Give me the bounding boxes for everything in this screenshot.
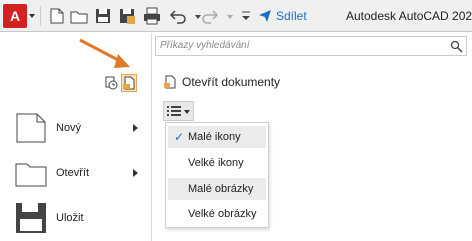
customize-toolbar-icon[interactable] (236, 6, 250, 26)
search-placeholder: Příkazy vyhledávání (160, 40, 250, 51)
chevron-right-icon (133, 124, 138, 132)
open-command-label: Otevřít (56, 167, 90, 179)
recent-documents-icon[interactable] (103, 74, 119, 92)
view-options-dropdown[interactable] (163, 101, 194, 121)
save-command[interactable]: Uložit (14, 200, 144, 236)
menu-item-label: Velké obrázky (188, 208, 257, 220)
save-command-label: Uložit (56, 212, 84, 224)
panel-header: Otevřít dokumenty (163, 75, 280, 89)
menu-item-label: Velké ikony (188, 157, 244, 169)
share-label: Sdílet (276, 9, 307, 23)
quick-access-toolbar: A Sdílet Autodesk AutoCAD 202 (0, 0, 472, 32)
menu-item-large-images[interactable]: Velké obrázky (168, 203, 266, 225)
panel-title: Otevřít dokumenty (182, 75, 281, 89)
save-icon[interactable] (93, 6, 113, 26)
search-input[interactable]: Příkazy vyhledávání (155, 36, 467, 56)
menu-item-small-images[interactable]: Malé obrázky (168, 178, 266, 200)
chevron-down-icon (184, 110, 190, 114)
open-documents-icon[interactable] (121, 74, 137, 92)
floppy-disk-icon (16, 203, 46, 233)
view-options-menu: ✓ Malé ikony Velké ikony Malé obrázky Ve… (165, 122, 269, 228)
paper-plane-icon (259, 10, 271, 22)
search-icon[interactable] (450, 40, 463, 53)
checkmark-icon: ✓ (174, 130, 185, 144)
list-icon (167, 106, 181, 116)
new-command-label: Nový (56, 122, 82, 134)
menu-item-small-icons[interactable]: ✓ Malé ikony (168, 126, 266, 148)
view-mode-toggle (103, 74, 137, 92)
print-icon[interactable] (142, 6, 162, 26)
toolbar-divider (40, 6, 41, 26)
new-document-icon (16, 113, 46, 143)
new-command[interactable]: Nový (14, 110, 144, 146)
menu-item-label: Malé obrázky (188, 183, 254, 195)
application-menu-button[interactable]: A (3, 4, 27, 28)
chevron-down-icon[interactable] (29, 14, 35, 18)
share-button[interactable]: Sdílet (258, 8, 307, 24)
app-title: Autodesk AutoCAD 202 (346, 9, 472, 23)
chevron-right-icon (133, 169, 138, 177)
undo-icon[interactable] (168, 6, 188, 26)
redo-dropdown-icon[interactable] (220, 6, 233, 26)
undo-dropdown-icon[interactable] (188, 6, 201, 26)
open-command[interactable]: Otevřít (14, 155, 144, 191)
menu-item-label: Malé ikony (188, 131, 241, 143)
new-file-icon[interactable] (47, 6, 67, 26)
open-folder-icon[interactable] (69, 6, 89, 26)
folder-icon (15, 163, 47, 187)
redo-icon[interactable] (200, 6, 220, 26)
menu-item-large-icons[interactable]: Velké ikony (168, 152, 266, 174)
open-documents-icon (164, 75, 176, 89)
save-as-icon[interactable] (117, 6, 137, 26)
